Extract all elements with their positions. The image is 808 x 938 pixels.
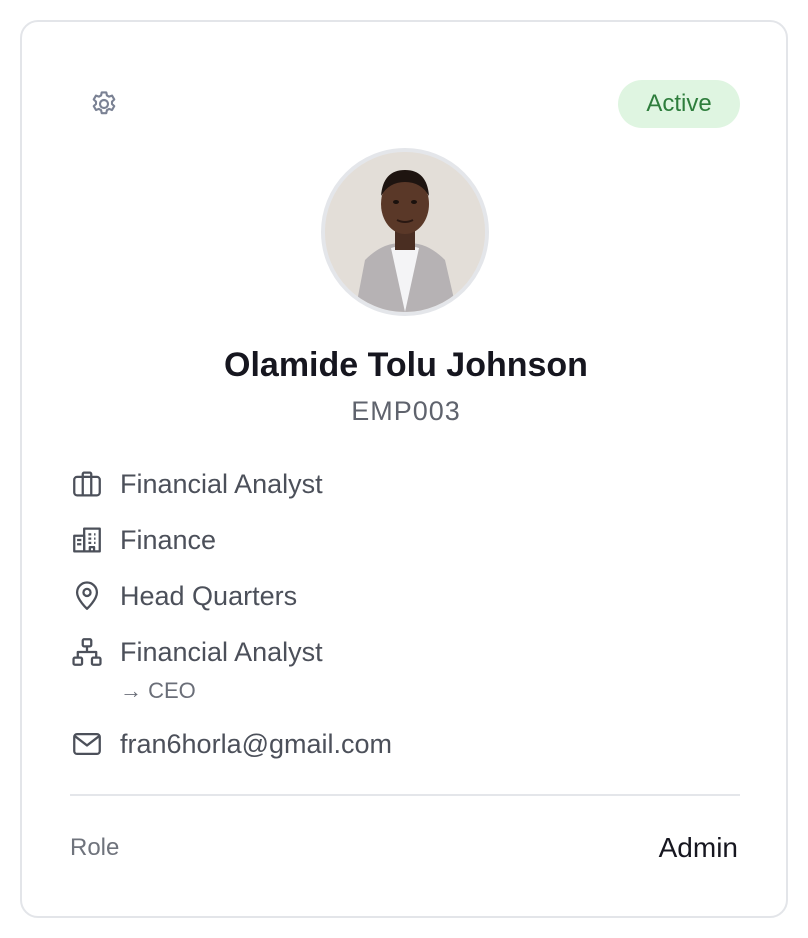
email-row: fran6horla@gmail.com [70, 724, 730, 764]
map-pin-icon [70, 579, 104, 613]
status-badge: Active [618, 80, 740, 128]
mail-icon [70, 727, 104, 761]
department-row: Finance [70, 520, 730, 560]
employee-id: EMP003 [351, 396, 461, 426]
location-row: Head Quarters [70, 576, 730, 616]
employee-card: Active Olamide Tolu Johnson EMP003 Finan… [20, 20, 788, 918]
divider [70, 794, 740, 796]
role-value: Admin [658, 832, 738, 863]
gear-icon[interactable] [88, 88, 120, 120]
avatar [321, 148, 489, 316]
briefcase-icon [70, 467, 104, 501]
building-icon [70, 523, 104, 557]
position-row: Financial Analyst [70, 464, 730, 504]
department-text: Finance [120, 524, 217, 555]
position-text: Financial Analyst [120, 468, 323, 499]
reports-to-text: → CEO [120, 678, 196, 703]
employee-name: Olamide Tolu Johnson [224, 346, 588, 384]
reporting-role-text: Financial Analyst [120, 636, 323, 667]
hierarchy-row: Financial Analyst [70, 632, 730, 672]
location-text: Head Quarters [120, 580, 298, 611]
org-chart-icon [70, 635, 104, 669]
role-label: Role [70, 834, 120, 861]
email-link[interactable]: fran6horla@gmail.com [120, 729, 392, 760]
